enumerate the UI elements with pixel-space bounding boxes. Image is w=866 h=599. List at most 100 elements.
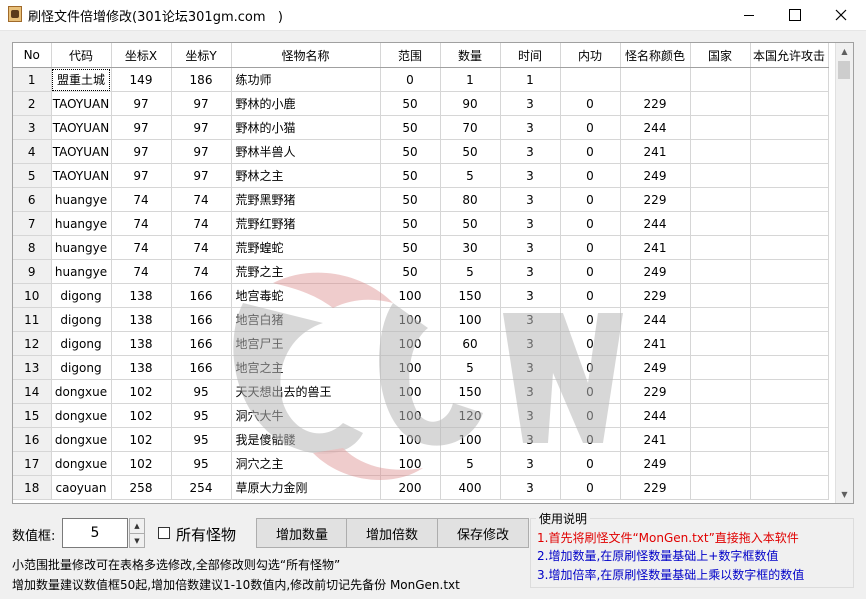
table-cell[interactable]: dongxue — [51, 427, 112, 452]
table-cell[interactable]: 100 — [380, 403, 441, 428]
table-cell[interactable]: 95 — [171, 379, 232, 404]
table-cell[interactable]: 150 — [440, 283, 501, 308]
table-cell[interactable]: TAOYUAN — [51, 91, 112, 116]
stepper-up-icon[interactable]: ▲ — [130, 519, 144, 534]
table-cell[interactable]: 0 — [560, 259, 621, 284]
vertical-scrollbar[interactable]: ▲ ▼ — [835, 43, 853, 503]
row-number-cell[interactable]: 6 — [13, 187, 52, 212]
table-row[interactable]: 16 dongxue 102 95 我是傻骷髅 100 100 3 0 241 — [13, 427, 829, 452]
table-cell[interactable]: TAOYUAN — [51, 163, 112, 188]
table-row[interactable]: 9 huangye 74 74 荒野之主 50 5 3 0 249 — [13, 259, 829, 284]
table-cell[interactable] — [690, 475, 751, 500]
table-cell[interactable]: huangye — [51, 187, 112, 212]
table-cell[interactable] — [750, 331, 829, 356]
table-cell[interactable] — [750, 67, 829, 92]
table-cell[interactable] — [750, 379, 829, 404]
table-cell[interactable]: huangye — [51, 259, 112, 284]
row-number-cell[interactable]: 2 — [13, 91, 52, 116]
row-number-cell[interactable]: 1 — [13, 67, 52, 92]
table-cell[interactable]: 3 — [500, 355, 561, 380]
table-cell[interactable]: 3 — [500, 91, 561, 116]
table-cell[interactable]: 0 — [560, 235, 621, 260]
add-multiple-button[interactable]: 增加倍数 — [346, 518, 438, 548]
table-cell[interactable]: 天天想出去的兽王 — [231, 379, 381, 404]
table-cell[interactable] — [690, 211, 751, 236]
table-cell[interactable] — [750, 451, 829, 476]
column-header[interactable]: 坐标Y — [171, 43, 232, 68]
row-number-cell[interactable]: 4 — [13, 139, 52, 164]
table-cell[interactable] — [690, 307, 751, 332]
table-cell[interactable]: 70 — [440, 115, 501, 140]
table-cell[interactable] — [750, 307, 829, 332]
column-header[interactable]: 数量 — [440, 43, 501, 68]
table-cell[interactable]: dongxue — [51, 379, 112, 404]
table-cell[interactable]: 3 — [500, 259, 561, 284]
table-cell[interactable]: 100 — [440, 427, 501, 452]
table-cell[interactable]: 荒野黑野猪 — [231, 187, 381, 212]
table-cell[interactable] — [560, 67, 621, 92]
table-cell[interactable]: 0 — [560, 355, 621, 380]
table-cell[interactable]: 102 — [111, 451, 172, 476]
num-input[interactable]: 5 — [62, 518, 128, 548]
table-cell[interactable] — [750, 427, 829, 452]
table-cell[interactable]: 地宫之主 — [231, 355, 381, 380]
table-cell[interactable]: 249 — [620, 259, 691, 284]
row-number-cell[interactable]: 12 — [13, 331, 52, 356]
table-cell[interactable] — [750, 163, 829, 188]
table-cell[interactable]: caoyuan — [51, 475, 112, 500]
table-cell[interactable] — [690, 115, 751, 140]
table-cell[interactable]: 102 — [111, 427, 172, 452]
table-cell[interactable] — [690, 187, 751, 212]
table-cell[interactable]: 野林的小猫 — [231, 115, 381, 140]
table-cell[interactable] — [690, 67, 751, 92]
table-cell[interactable]: 166 — [171, 355, 232, 380]
table-cell[interactable]: 50 — [380, 235, 441, 260]
table-cell[interactable]: 3 — [500, 403, 561, 428]
table-row[interactable]: 13 digong 138 166 地宫之主 100 5 3 0 249 — [13, 355, 829, 380]
table-cell[interactable] — [690, 331, 751, 356]
table-cell[interactable]: 97 — [111, 139, 172, 164]
column-header[interactable]: 怪名称颜色 — [620, 43, 691, 68]
table-row[interactable]: 12 digong 138 166 地宫尸王 100 60 3 0 241 — [13, 331, 829, 356]
all-monsters-checkbox[interactable] — [158, 527, 170, 539]
table-cell[interactable]: 138 — [111, 283, 172, 308]
table-cell[interactable]: 荒野之主 — [231, 259, 381, 284]
table-cell[interactable]: 练功师 — [231, 67, 381, 92]
table-cell[interactable]: 0 — [560, 211, 621, 236]
scroll-down-icon[interactable]: ▼ — [836, 486, 853, 503]
table-cell[interactable]: 0 — [560, 283, 621, 308]
table-cell[interactable]: 74 — [171, 259, 232, 284]
table-cell[interactable] — [690, 355, 751, 380]
table-row[interactable]: 5 TAOYUAN 97 97 野林之主 50 5 3 0 249 — [13, 163, 829, 188]
row-number-cell[interactable]: 8 — [13, 235, 52, 260]
table-cell[interactable]: 50 — [380, 211, 441, 236]
minimize-button[interactable] — [726, 0, 772, 30]
table-cell[interactable]: 3 — [500, 451, 561, 476]
table-row[interactable]: 4 TAOYUAN 97 97 野林半兽人 50 50 3 0 241 — [13, 139, 829, 164]
scroll-thumb[interactable] — [838, 61, 850, 79]
table-cell[interactable]: 138 — [111, 355, 172, 380]
column-header[interactable]: 本国允许攻击 — [750, 43, 829, 68]
table-cell[interactable]: 249 — [620, 355, 691, 380]
table-cell[interactable]: 盟重土城 — [51, 67, 112, 92]
table-cell[interactable] — [750, 139, 829, 164]
table-cell[interactable]: 97 — [171, 91, 232, 116]
table-cell[interactable] — [690, 139, 751, 164]
table-cell[interactable] — [750, 91, 829, 116]
table-row[interactable]: 6 huangye 74 74 荒野黑野猪 50 80 3 0 229 — [13, 187, 829, 212]
table-cell[interactable]: 74 — [111, 211, 172, 236]
table-cell[interactable]: 74 — [171, 235, 232, 260]
table-cell[interactable]: 166 — [171, 283, 232, 308]
table-cell[interactable]: 229 — [620, 379, 691, 404]
stepper-down-icon[interactable]: ▼ — [130, 534, 144, 548]
table-cell[interactable]: 0 — [560, 91, 621, 116]
column-header[interactable]: 时间 — [500, 43, 561, 68]
table-cell[interactable]: 地宫尸王 — [231, 331, 381, 356]
table-cell[interactable]: 102 — [111, 379, 172, 404]
table-cell[interactable]: 400 — [440, 475, 501, 500]
table-cell[interactable] — [690, 259, 751, 284]
table-cell[interactable]: 244 — [620, 115, 691, 140]
table-cell[interactable]: 244 — [620, 211, 691, 236]
row-number-cell[interactable]: 10 — [13, 283, 52, 308]
table-cell[interactable]: 3 — [500, 331, 561, 356]
